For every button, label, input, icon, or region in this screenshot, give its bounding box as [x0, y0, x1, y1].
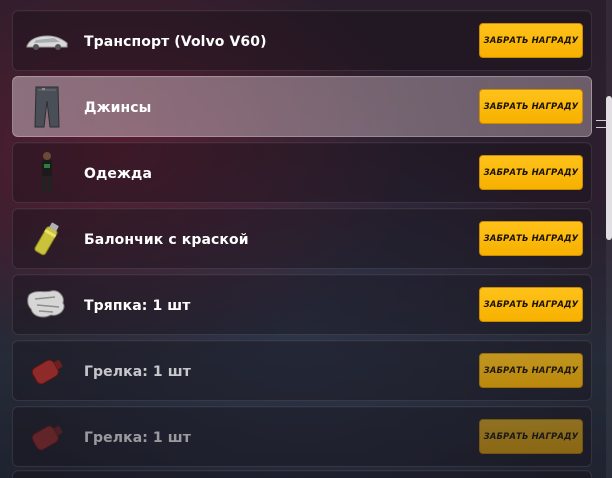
reward-row: Тряпка: 1 шт ЗАБРАТЬ НАГРАДУ [12, 274, 592, 335]
reward-row: Одежда ЗАБРАТЬ НАГРАДУ [12, 142, 592, 203]
reward-row: Джинсы ЗАБРАТЬ НАГРАДУ [12, 76, 592, 137]
drag-handle-icon [596, 120, 606, 128]
claim-reward-button[interactable]: ЗАБРАТЬ НАГРАДУ [479, 23, 583, 58]
claim-reward-button[interactable]: ЗАБРАТЬ НАГРАДУ [479, 287, 583, 322]
reward-row: Балончик с краской ЗАБРАТЬ НАГРАДУ [12, 208, 592, 269]
claim-reward-button[interactable]: ЗАБРАТЬ НАГРАДУ [479, 221, 583, 256]
claim-reward-button[interactable]: ЗАБРАТЬ НАГРАДУ [479, 155, 583, 190]
reward-row: Транспорт (Volvo V60) ЗАБРАТЬ НАГРАДУ [12, 10, 592, 71]
scrollbar-thumb[interactable] [606, 96, 612, 240]
reward-label: Транспорт (Volvo V60) [84, 33, 267, 50]
rewards-list: Транспорт (Volvo V60) ЗАБРАТЬ НАГРАДУ Дж… [0, 0, 612, 478]
claim-reward-button[interactable]: ЗАБРАТЬ НАГРАДУ [479, 419, 583, 454]
reward-row [12, 470, 592, 478]
reward-row: Грелка: 1 шт ЗАБРАТЬ НАГРАДУ [12, 340, 592, 401]
claim-reward-button[interactable]: ЗАБРАТЬ НАГРАДУ [479, 353, 583, 388]
car-icon [21, 16, 73, 66]
hot-water-bottle-icon [21, 346, 73, 396]
rag-icon [21, 280, 73, 330]
hot-water-bottle-icon [21, 412, 73, 462]
outfit-icon [21, 148, 73, 198]
reward-row: Грелка: 1 шт ЗАБРАТЬ НАГРАДУ [12, 406, 592, 467]
reward-label: Тряпка: 1 шт [84, 297, 191, 314]
spray-can-icon [21, 214, 73, 264]
claim-reward-button[interactable]: ЗАБРАТЬ НАГРАДУ [479, 89, 583, 124]
reward-label: Грелка: 1 шт [84, 429, 191, 446]
jeans-icon [21, 82, 73, 132]
reward-label: Джинсы [84, 99, 152, 116]
reward-label: Балончик с краской [84, 231, 249, 248]
reward-label: Грелка: 1 шт [84, 363, 191, 380]
reward-label: Одежда [84, 165, 152, 182]
